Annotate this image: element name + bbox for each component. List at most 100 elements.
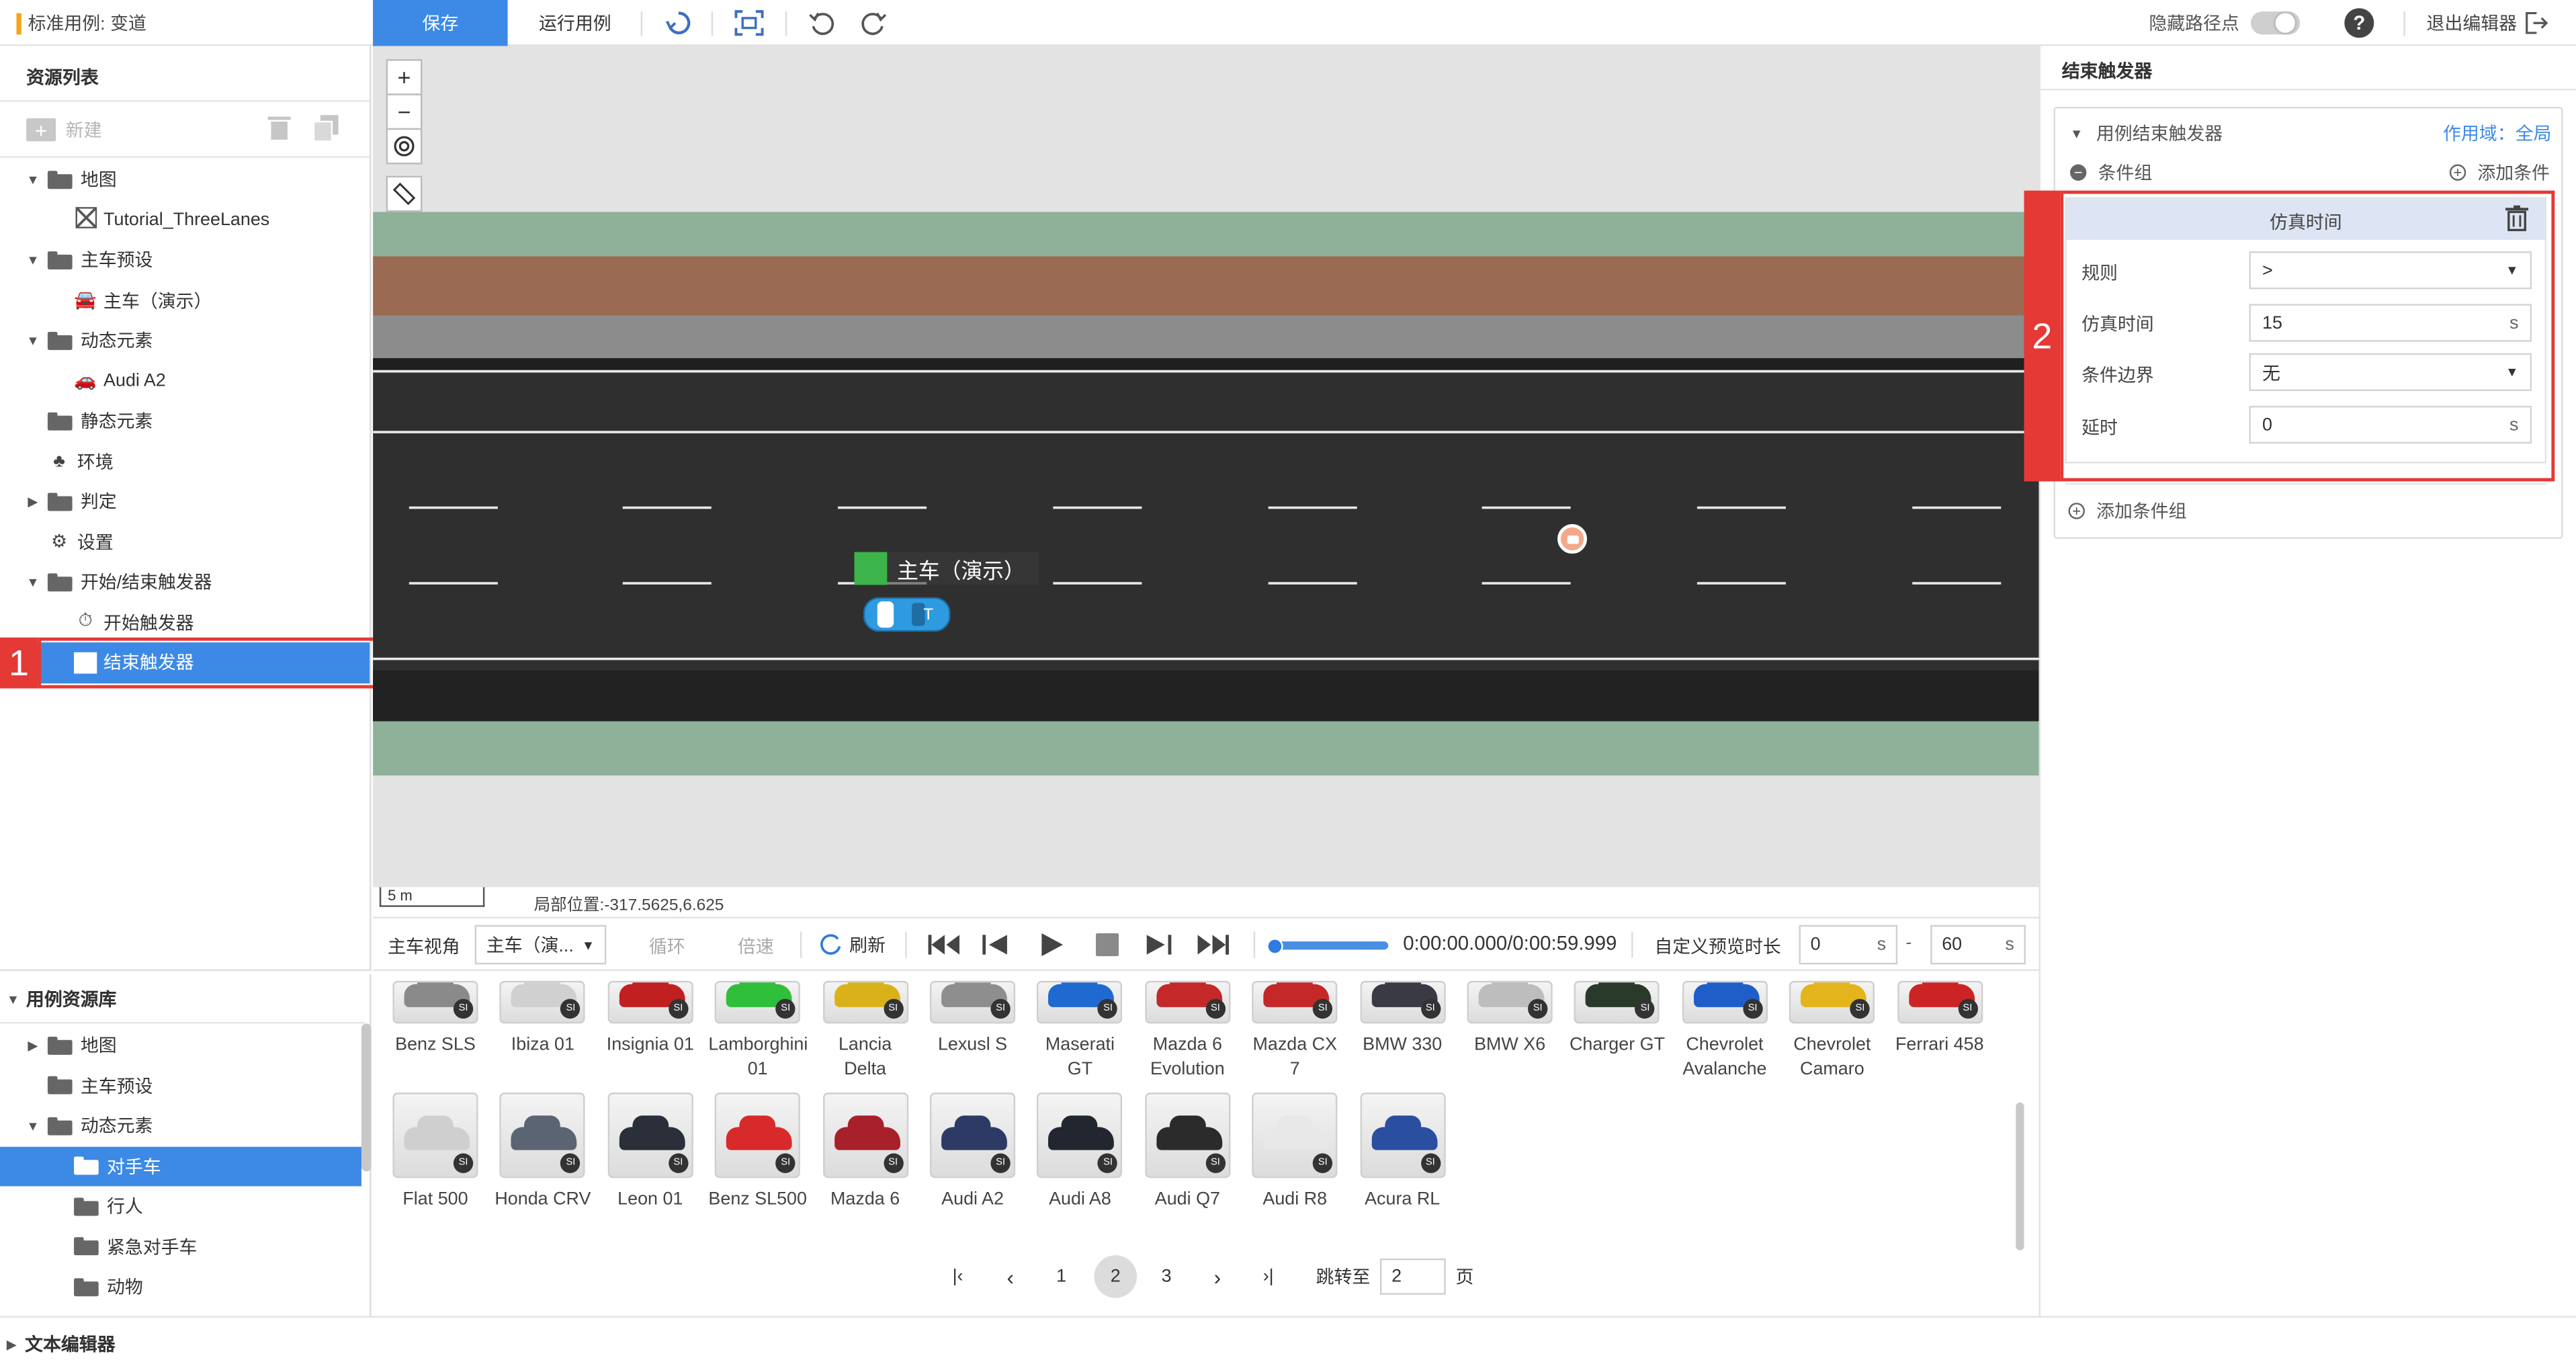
tree-item-judgement[interactable]: ▶ 判定	[0, 481, 370, 521]
new-resource-button[interactable]: + 新建	[26, 112, 102, 148]
library-header[interactable]: ▼ 用例资源库	[7, 986, 117, 1012]
caret-right-icon[interactable]: ▶	[25, 1038, 41, 1053]
step-forward-icon[interactable]	[1145, 933, 1172, 962]
page-3[interactable]: 3	[1148, 1267, 1185, 1286]
library-item-pedestrians[interactable]: 行人	[0, 1186, 361, 1226]
refresh-button[interactable]: 刷新	[820, 931, 886, 957]
preview-start-input[interactable]: 0 s	[1799, 925, 1898, 965]
timeline-slider[interactable]	[1266, 937, 1389, 954]
caret-down-icon[interactable]: ▼	[25, 253, 41, 267]
auto-layout-icon[interactable]	[660, 7, 697, 40]
scope-label[interactable]: 作用域：全局	[2443, 120, 2551, 146]
condition-group-header[interactable]: − 条件组	[2069, 159, 2152, 185]
tree-item-ego-demo[interactable]: 🚘 主车（演示）	[0, 280, 370, 321]
vehicle-card[interactable]: SI Chevrolet Avalanche	[1676, 980, 1774, 1083]
library-item-dynamic-elements[interactable]: ▼ 动态元素	[0, 1106, 361, 1146]
tree-item-start-trigger[interactable]: ⏱ 开始触发器	[0, 602, 370, 642]
vehicle-card[interactable]: SI Honda CRV	[494, 1093, 593, 1212]
play-icon[interactable]	[1041, 933, 1064, 962]
tree-item-map[interactable]: ▼ 地图	[0, 159, 370, 200]
copy-icon[interactable]	[312, 115, 339, 146]
exit-icon[interactable]	[2524, 11, 2548, 40]
last-page-icon[interactable]: ›|	[1250, 1267, 1287, 1286]
stop-icon[interactable]	[1095, 933, 1119, 962]
measure-ruler-button[interactable]	[386, 175, 423, 212]
grid-scrollbar[interactable]	[2016, 1102, 2024, 1250]
speed-button[interactable]: 倍速	[738, 933, 774, 960]
next-page-icon[interactable]: ›	[1199, 1265, 1236, 1289]
locate-button[interactable]	[386, 128, 423, 165]
library-item-opponent-cars[interactable]: 对手车	[0, 1146, 361, 1187]
vehicle-card[interactable]: SI Audi A2	[923, 1093, 1022, 1212]
vehicle-card[interactable]: SI Mazda 6	[816, 1093, 914, 1212]
tree-item-audi-a2[interactable]: 🚗 Audi A2	[0, 361, 370, 401]
caret-down-icon[interactable]: ▼	[25, 1119, 41, 1134]
vehicle-card[interactable]: SI Audi A8	[1031, 1093, 1129, 1212]
step-back-icon[interactable]	[982, 933, 1008, 962]
vehicle-card[interactable]: SI BMW 330	[1353, 980, 1452, 1058]
prev-page-icon[interactable]: ‹	[992, 1265, 1029, 1289]
undo-icon[interactable]	[804, 7, 840, 40]
timeline-handle[interactable]	[1266, 937, 1283, 954]
vehicle-card[interactable]: SI Benz SLS	[386, 980, 485, 1058]
vehicle-card[interactable]: SI Leon 01	[601, 1093, 699, 1212]
ego-vehicle[interactable]: T	[863, 593, 951, 641]
vehicle-card[interactable]: SI Mazda 6 Evolution	[1138, 980, 1237, 1083]
library-item-animals[interactable]: 动物	[0, 1267, 361, 1307]
vehicle-card[interactable]: SI Lexusl S	[923, 980, 1022, 1058]
vehicle-card[interactable]: SI Maserati GT	[1031, 980, 1129, 1083]
redo-icon[interactable]	[856, 7, 892, 40]
tree-item-settings[interactable]: ⚙ 设置	[0, 521, 370, 562]
skip-to-start-icon[interactable]	[928, 933, 961, 962]
vehicle-card[interactable]: SI Mazda CX 7	[1246, 980, 1344, 1083]
vehicle-card[interactable]: SI Lamborghini 01	[708, 980, 808, 1083]
loop-button[interactable]: 循环	[649, 933, 685, 960]
tree-item-triggers[interactable]: ▼ 开始/结束触发器	[0, 562, 370, 602]
fit-view-icon[interactable]	[731, 7, 767, 40]
delete-icon[interactable]	[267, 115, 291, 146]
vehicle-card[interactable]: SI Insignia 01	[601, 980, 699, 1058]
map-canvas[interactable]: + − 主车（演示） T 5 m	[373, 46, 2039, 888]
preview-end-input[interactable]: 60 s	[1930, 925, 2026, 965]
library-item-ego-presets[interactable]: 主车预设	[0, 1066, 361, 1106]
add-condition-group-button[interactable]: + 添加条件组	[2068, 498, 2187, 524]
tree-item-environment[interactable]: ♣ 环境	[0, 441, 370, 482]
vehicle-card[interactable]: SI Charger GT	[1568, 980, 1667, 1058]
caret-down-icon[interactable]: ▼	[7, 992, 19, 1007]
tree-item-ego-presets[interactable]: ▼ 主车预设	[0, 240, 370, 280]
tree-item-dynamic-elements[interactable]: ▼ 动态元素	[0, 321, 370, 361]
tree-item-tutorial-map[interactable]: Tutorial_ThreeLanes	[0, 200, 370, 240]
vehicle-card[interactable]: SI Audi R8	[1246, 1093, 1344, 1212]
save-button[interactable]: 保存	[373, 0, 508, 46]
vehicle-card[interactable]: SI Flat 500	[386, 1093, 485, 1212]
page-1[interactable]: 1	[1043, 1267, 1080, 1286]
caret-down-icon[interactable]: ▼	[2070, 126, 2083, 140]
vehicle-card[interactable]: SI BMW X6	[1461, 980, 1559, 1058]
tree-item-static-elements[interactable]: 静态元素	[0, 401, 370, 441]
help-icon[interactable]: ?	[2344, 8, 2374, 38]
library-item-map[interactable]: ▶ 地图	[0, 1025, 361, 1066]
page-2-current[interactable]: 2	[1094, 1255, 1137, 1298]
vehicle-card[interactable]: SI Benz SL500	[708, 1093, 807, 1212]
caret-right-icon[interactable]: ▶	[25, 494, 41, 509]
jump-page-input[interactable]: 2	[1379, 1259, 1446, 1295]
end-trigger-section-header[interactable]: ▼ 用例结束触发器	[2070, 120, 2223, 146]
first-page-icon[interactable]: |‹	[940, 1267, 976, 1286]
run-case-button[interactable]: 运行用例	[539, 0, 611, 46]
text-editor-toggle[interactable]: ▶ 文本编辑器	[7, 1331, 116, 1357]
caret-down-icon[interactable]: ▼	[25, 574, 41, 589]
vehicle-card[interactable]: SI Acura RL	[1353, 1093, 1452, 1212]
library-item-emergency-cars[interactable]: 紧急对手车	[0, 1226, 361, 1267]
caret-down-icon[interactable]: ▼	[25, 172, 41, 187]
skip-to-end-icon[interactable]	[1196, 933, 1230, 962]
zoom-out-button[interactable]: −	[386, 93, 423, 130]
library-scrollbar[interactable]	[361, 1023, 372, 1172]
collapse-circle-icon[interactable]: −	[2069, 164, 2087, 181]
view-select[interactable]: 主车（演... ▼	[474, 925, 607, 965]
caret-down-icon[interactable]: ▼	[25, 333, 41, 348]
exit-editor-button[interactable]: 退出编辑器	[2427, 0, 2517, 46]
zoom-in-button[interactable]: +	[386, 59, 423, 95]
vehicle-card[interactable]: SI Audi Q7	[1138, 1093, 1237, 1212]
add-condition-button[interactable]: + 添加条件	[2449, 159, 2550, 185]
waypoint-marker-icon[interactable]	[1557, 524, 1588, 554]
